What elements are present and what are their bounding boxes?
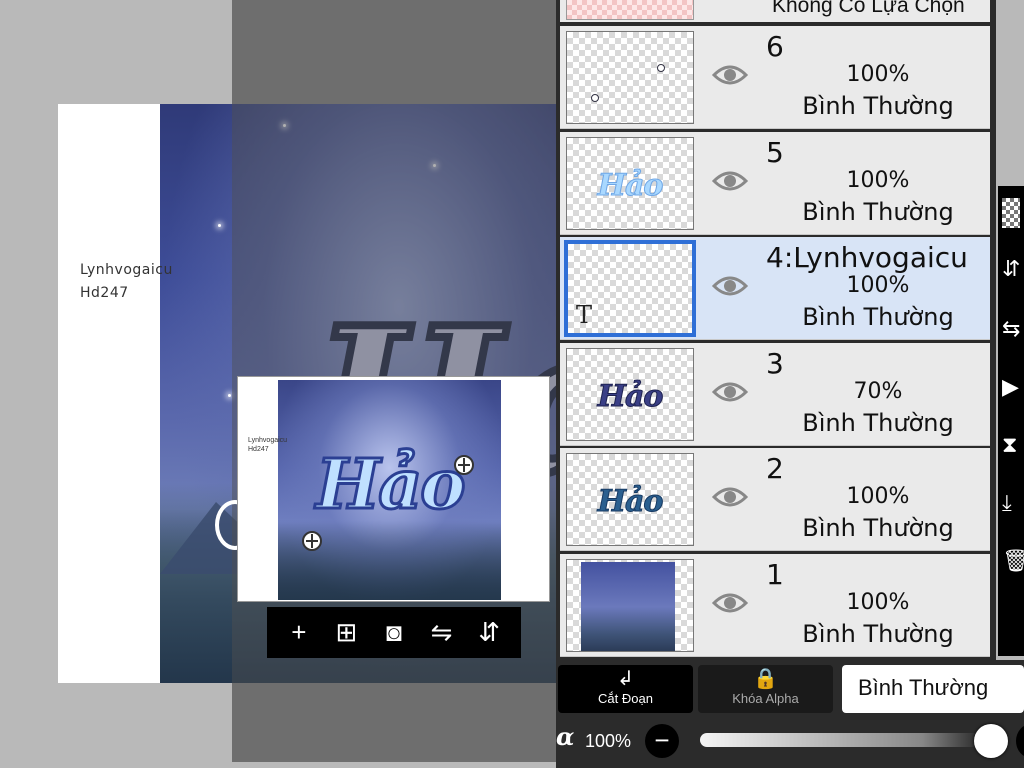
- globe-sticker-icon: [657, 64, 665, 72]
- layer-thumbnail-text: Hảo: [597, 167, 664, 203]
- text-layer-icon: T: [576, 301, 593, 329]
- transparency-icon[interactable]: [1002, 198, 1020, 228]
- canvas-text-line2: Hd247: [80, 285, 129, 301]
- visibility-eye-icon[interactable]: [711, 485, 749, 509]
- clipping-label: Cắt Đoạn: [598, 691, 653, 706]
- trash-icon[interactable]: 🗑: [1002, 548, 1024, 578]
- add-image-layer-icon[interactable]: ⊞: [329, 616, 363, 650]
- visibility-eye-icon[interactable]: [711, 591, 749, 615]
- layer-mode: Bình Thường: [802, 514, 954, 542]
- layer-opacity: 100%: [846, 484, 910, 509]
- layer-thumbnail-text: Hảo: [597, 378, 664, 414]
- layer-thumbnail[interactable]: Hảo: [566, 453, 694, 546]
- camera-icon[interactable]: ◙: [377, 616, 411, 650]
- move-icon[interactable]: ⇆: [1002, 316, 1024, 346]
- layer-thumbnail[interactable]: [566, 558, 694, 652]
- layer-mode: Bình Thường: [802, 408, 954, 437]
- flip-horizontal-icon[interactable]: ▶: [1002, 374, 1024, 404]
- selection-thumbnail: [566, 0, 694, 20]
- globe-sticker-icon: [591, 94, 599, 102]
- layer-name: 2: [766, 452, 784, 485]
- opacity-value: 100%: [585, 731, 632, 751]
- alpha-symbol: α: [556, 722, 575, 751]
- canvas-star: [218, 224, 221, 227]
- layer-thumbnail[interactable]: Hảo: [566, 347, 694, 441]
- layer-thumbnail[interactable]: Hảo: [566, 136, 694, 230]
- layer-name: 4:Lynhvogaicu: [766, 241, 968, 274]
- selection-layer-row[interactable]: Không Có Lựa Chọn: [560, 0, 990, 22]
- add-layer-icon[interactable]: +: [282, 616, 316, 650]
- layer-name: 1: [766, 557, 784, 591]
- layer-row[interactable]: Hảo 2 100% Bình Thường: [560, 448, 990, 551]
- canvas-text-line1: Lynhvogaicu: [80, 262, 173, 278]
- layer-mode: Bình Thường: [802, 197, 954, 226]
- opacity-slider-handle[interactable]: [974, 724, 1008, 758]
- layer-opacity: 100%: [846, 273, 910, 298]
- lock-icon: 🔒: [753, 668, 778, 690]
- layer-name: 5: [766, 135, 784, 169]
- transform-icon[interactable]: ⇵: [1002, 256, 1024, 286]
- flip-horizontal-icon[interactable]: ⇋: [425, 616, 459, 650]
- globe-icon: [302, 531, 322, 551]
- layer-thumbnail[interactable]: T: [564, 240, 696, 337]
- layer-bottom-bar: ↲ Cắt Đoạn 🔒 Khóa Alpha Bình Thường α 10…: [556, 660, 1024, 768]
- preview-text-line1: Lynhvogaicu: [248, 437, 288, 444]
- alpha-lock-button[interactable]: 🔒 Khóa Alpha: [698, 665, 833, 713]
- alpha-lock-label: Khóa Alpha: [732, 691, 799, 706]
- clipping-button[interactable]: ↲ Cắt Đoạn: [558, 665, 693, 713]
- layer-name: 3: [766, 346, 784, 380]
- layer-row[interactable]: T 4:Lynhvogaicu 100% Bình Thường: [560, 237, 990, 340]
- layer-row[interactable]: 6 100% Bình Thường: [560, 26, 990, 129]
- visibility-eye-icon[interactable]: [711, 380, 749, 404]
- layer-name: 6: [766, 30, 784, 63]
- layer-thumbnail[interactable]: [566, 31, 694, 124]
- layer-mode: Bình Thường: [802, 619, 954, 648]
- visibility-eye-icon[interactable]: [711, 169, 749, 193]
- reference-preview-window[interactable]: Hảo Lynhvogaicu Hd247: [237, 376, 550, 602]
- opacity-increase-button[interactable]: [1016, 724, 1024, 758]
- layer-mode: Bình Thường: [802, 92, 954, 120]
- layer-thumbnail-text: Hảo: [597, 484, 664, 520]
- layer-mode: Bình Thường: [802, 303, 954, 331]
- layers-panel: Không Có Lựa Chọn 6 100% Bình Thường Hảo 5 10…: [556, 0, 996, 660]
- layer-row[interactable]: 1 100% Bình Thường: [560, 553, 990, 657]
- layer-row[interactable]: Hảo 3 70% Bình Thường: [560, 342, 990, 446]
- selection-label: Không Có Lựa Chọn: [772, 0, 965, 17]
- flip-vertical-icon[interactable]: ⧗: [1002, 432, 1024, 462]
- preview-toolbar: + ⊞ ◙ ⇋ ⇵: [267, 607, 521, 658]
- flip-vertical-icon[interactable]: ⇵: [472, 616, 506, 650]
- preview-text-line2: Hd247: [248, 446, 269, 453]
- right-tool-strip: ⇵ ⇆ ▶ ⧗ ⤓ 🗑: [998, 186, 1024, 656]
- layer-opacity: 100%: [846, 167, 910, 193]
- visibility-eye-icon[interactable]: [711, 274, 749, 298]
- layer-thumbnail-image: [581, 561, 675, 651]
- globe-icon: [454, 455, 474, 475]
- merge-down-icon[interactable]: ⤓: [1002, 490, 1024, 520]
- opacity-row: α 100% −: [556, 720, 1024, 764]
- opacity-decrease-button[interactable]: −: [645, 724, 679, 758]
- blend-mode-select[interactable]: Bình Thường: [842, 665, 1024, 713]
- preview-title-text: Hảo: [315, 444, 468, 527]
- layer-opacity: 100%: [846, 62, 910, 87]
- opacity-slider[interactable]: [700, 733, 996, 747]
- layer-row[interactable]: Hảo 5 100% Bình Thường: [560, 131, 990, 235]
- layer-opacity: 70%: [853, 378, 903, 404]
- visibility-eye-icon[interactable]: [711, 63, 749, 87]
- layer-opacity: 100%: [846, 589, 910, 615]
- clip-arrow-icon: ↲: [617, 668, 634, 690]
- canvas-star: [228, 394, 231, 397]
